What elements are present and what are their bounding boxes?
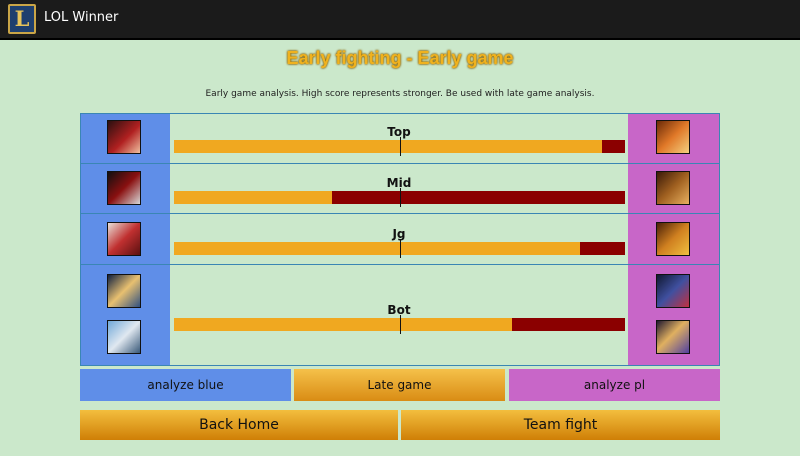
lane-row-bot: Bot <box>80 265 720 366</box>
late-game-button[interactable]: Late game <box>294 369 505 401</box>
analyze-pl-button[interactable]: analyze pl <box>509 369 720 401</box>
action-bar: L LOL Winner <box>0 0 800 40</box>
lane-score-bar <box>174 137 625 156</box>
champion-avatar-red-adc[interactable] <box>656 274 690 308</box>
lane-score-bar <box>174 239 625 258</box>
lane-row-top: Top <box>80 113 720 164</box>
app-logo-icon[interactable]: L <box>8 4 36 34</box>
champion-avatar-red-top[interactable] <box>656 120 690 154</box>
champion-avatar-blue-jg[interactable] <box>107 222 141 256</box>
lane-score-bar <box>174 188 625 207</box>
center-marker <box>399 239 401 258</box>
champion-avatar-blue-adc[interactable] <box>107 274 141 308</box>
champion-avatar-red-mid[interactable] <box>656 171 690 205</box>
center-marker <box>399 188 401 207</box>
champion-avatar-blue-top[interactable] <box>107 120 141 154</box>
lane-score-bar <box>174 315 625 334</box>
lane-comparison-table: Top Mid Jg Bot <box>80 113 720 366</box>
champion-avatar-blue-mid[interactable] <box>107 171 141 205</box>
lane-row-jg: Jg <box>80 214 720 265</box>
champion-avatar-red-support[interactable] <box>656 320 690 354</box>
blue-score-fill <box>174 191 332 204</box>
champion-avatar-blue-support[interactable] <box>107 320 141 354</box>
page-title: Early fighting - Early game <box>286 48 514 68</box>
champion-avatar-red-jg[interactable] <box>656 222 690 256</box>
back-home-button[interactable]: Back Home <box>80 410 398 440</box>
center-marker <box>399 315 401 334</box>
center-marker <box>399 137 401 156</box>
blue-score-fill <box>174 242 580 255</box>
lane-row-mid: Mid <box>80 164 720 214</box>
blue-score-fill <box>174 318 513 331</box>
analyze-blue-button[interactable]: analyze blue <box>80 369 291 401</box>
team-fight-button[interactable]: Team fight <box>401 410 720 440</box>
page-subtitle: Early game analysis. High score represen… <box>205 89 595 99</box>
blue-score-fill <box>174 140 603 153</box>
app-title: LOL Winner <box>44 10 119 25</box>
